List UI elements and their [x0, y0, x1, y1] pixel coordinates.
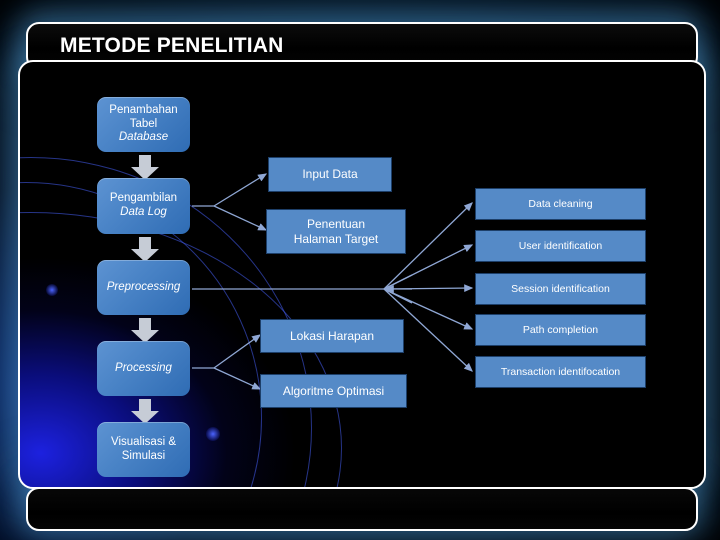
flow-step-1[interactable]: Penambahan Tabel Database	[97, 97, 190, 152]
right-box-data-cleaning[interactable]: Data cleaning	[475, 188, 646, 220]
right-box-transaction-identifocation[interactable]: Transaction identifocation	[475, 356, 646, 388]
page-title: METODE PENELITIAN	[60, 34, 284, 57]
right-box-path-completion[interactable]: Path completion	[475, 314, 646, 346]
flow-step-2-label: Pengambilan Data Log	[109, 192, 178, 218]
middle-box-input-data-label: Input Data	[302, 167, 358, 182]
flow-step-5-label: Visualisasi & Simulasi	[111, 435, 176, 462]
middle-box-lokasi-harapan[interactable]: Lokasi Harapan	[260, 319, 404, 353]
flow-step-3-label: Preprocessing	[106, 280, 181, 293]
slide-body-panel: Penambahan Tabel Database Pengambilan Da…	[18, 60, 706, 489]
slide-canvas: METODE PENELITIAN Penambahan Tabel Datab…	[0, 0, 720, 540]
right-box-data-cleaning-label: Data cleaning	[528, 197, 593, 210]
right-box-session-identification-label: Session identification	[511, 282, 610, 295]
right-box-transaction-identifocation-label: Transaction identifocation	[500, 365, 621, 378]
flow-step-4[interactable]: Processing	[97, 341, 190, 396]
flow-step-4-label: Processing	[115, 361, 172, 374]
middle-box-lokasi-harapan-label: Lokasi Harapan	[289, 328, 375, 343]
flow-step-2[interactable]: Pengambilan Data Log	[97, 178, 190, 234]
slide-footer-bar	[26, 487, 698, 531]
right-box-user-identification[interactable]: User identification	[475, 230, 646, 262]
flow-step-1-label: Penambahan Tabel Database	[109, 104, 178, 144]
middle-box-algoritme-optimasi[interactable]: Algoritme Optimasi	[260, 374, 407, 408]
middle-box-penentuan-halaman-target[interactable]: Penentuan Halaman Target	[266, 209, 406, 254]
right-box-path-completion-label: Path completion	[522, 323, 599, 336]
flow-step-5[interactable]: Visualisasi & Simulasi	[97, 422, 190, 477]
middle-box-algoritme-optimasi-label: Algoritme Optimasi	[282, 383, 385, 398]
middle-box-input-data[interactable]: Input Data	[268, 157, 392, 192]
right-box-session-identification[interactable]: Session identification	[475, 273, 646, 305]
flow-step-3[interactable]: Preprocessing	[97, 260, 190, 315]
right-box-user-identification-label: User identification	[518, 239, 603, 252]
middle-box-penentuan-halaman-target-label: Penentuan Halaman Target	[293, 217, 379, 246]
